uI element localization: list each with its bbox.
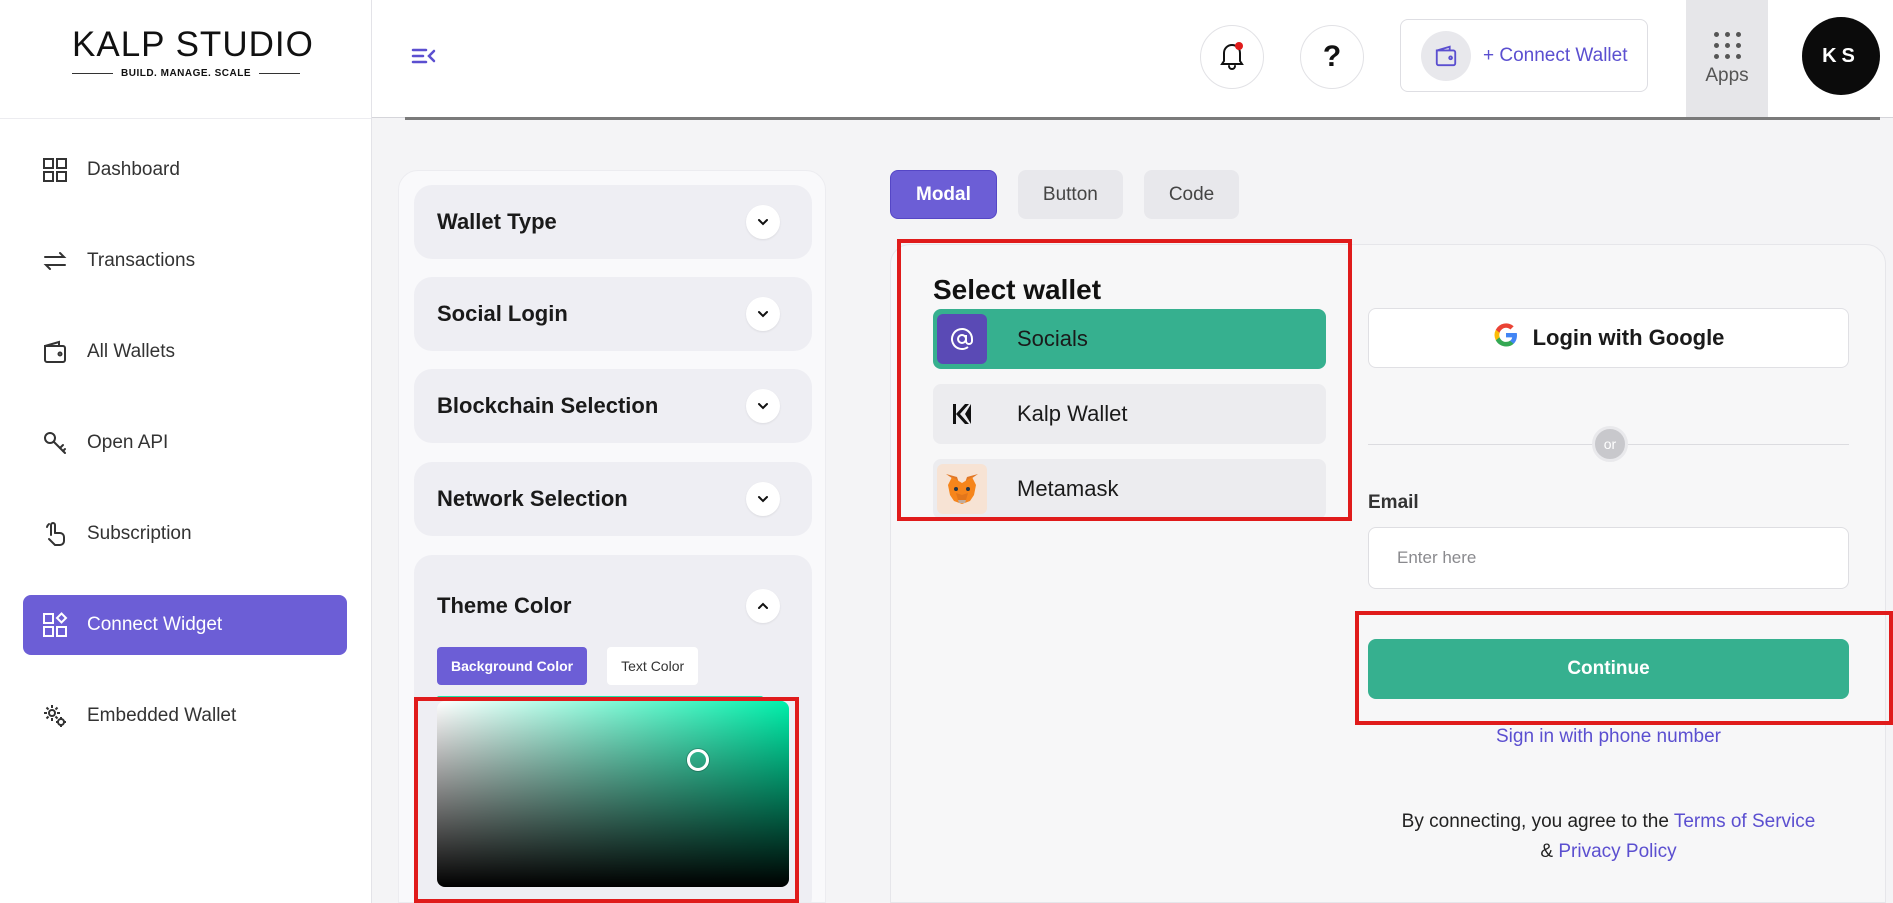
- terms-ampersand: &: [1540, 841, 1554, 862]
- sidebar-divider: [0, 118, 371, 119]
- accordion-blockchain-selection[interactable]: Blockchain Selection: [414, 369, 812, 443]
- email-field[interactable]: [1368, 527, 1849, 589]
- apps-grid-icon: [1713, 31, 1741, 59]
- terms-of-service-link[interactable]: Terms of Service: [1674, 811, 1815, 832]
- wallet-icon: [1421, 30, 1471, 81]
- apps-launcher-button[interactable]: Apps: [1686, 0, 1768, 118]
- widget-grid-icon: [41, 611, 69, 639]
- sidebar-item-label: Transactions: [87, 250, 196, 271]
- accordion-title: Network Selection: [437, 486, 628, 511]
- sidebar-nav: Dashboard Transactions All Wallets Open …: [23, 140, 347, 777]
- gears-icon: [41, 702, 69, 730]
- wallet-icon: [41, 338, 69, 366]
- sidebar-item-subscription[interactable]: Subscription: [23, 504, 347, 564]
- theme-color-header[interactable]: Theme Color: [414, 555, 812, 635]
- sidebar-item-label: Embedded Wallet: [87, 705, 237, 726]
- collapse-menu-icon[interactable]: [410, 42, 438, 70]
- login-with-google-button[interactable]: Login with Google: [1368, 308, 1849, 368]
- sidebar-item-label: Subscription: [87, 523, 192, 544]
- chevron-down-icon[interactable]: [746, 482, 780, 516]
- chevron-down-icon[interactable]: [746, 205, 780, 239]
- apps-label: Apps: [1705, 64, 1749, 86]
- chevron-down-icon[interactable]: [746, 389, 780, 423]
- connect-wallet-label: + Connect Wallet: [1483, 44, 1628, 66]
- tab-text-color[interactable]: Text Color: [607, 647, 699, 685]
- or-divider-badge: or: [1592, 426, 1628, 462]
- google-g-icon: [1493, 322, 1519, 354]
- email-label: Email: [1368, 492, 1419, 513]
- logo-wordmark: KALP STUDIO: [72, 25, 314, 64]
- sidebar-item-label: All Wallets: [87, 341, 175, 362]
- key-icon: [41, 429, 69, 457]
- sidebar-item-label: Open API: [87, 432, 169, 453]
- kalp-studio-logo[interactable]: KALP STUDIO BUILD. MANAGE. SCALE: [72, 25, 314, 86]
- logo-tagline: BUILD. MANAGE. SCALE: [72, 68, 300, 79]
- accordion-wallet-type[interactable]: Wallet Type: [414, 185, 812, 259]
- help-button[interactable]: ?: [1300, 25, 1364, 89]
- accordion-social-login[interactable]: Social Login: [414, 277, 812, 351]
- tab-code[interactable]: Code: [1143, 170, 1240, 219]
- highlight-box-wallet-list: [897, 239, 1352, 521]
- user-avatar[interactable]: KS: [1802, 17, 1880, 95]
- connect-wallet-button[interactable]: + Connect Wallet: [1400, 19, 1648, 92]
- sidebar-item-transactions[interactable]: Transactions: [23, 231, 347, 291]
- accordion-title: Wallet Type: [437, 209, 557, 234]
- sidebar: KALP STUDIO BUILD. MANAGE. SCALE Dashboa…: [0, 0, 372, 903]
- privacy-policy-link[interactable]: Privacy Policy: [1558, 841, 1676, 862]
- tab-background-color[interactable]: Background Color: [437, 647, 588, 685]
- header-underline: [405, 117, 1880, 120]
- tab-button[interactable]: Button: [1017, 170, 1123, 219]
- sidebar-item-embedded-wallet[interactable]: Embedded Wallet: [23, 686, 347, 746]
- highlight-box-color-picker: [414, 697, 799, 903]
- sidebar-item-all-wallets[interactable]: All Wallets: [23, 322, 347, 382]
- terms-notice: By connecting, you agree to the Terms of…: [1368, 807, 1849, 867]
- sidebar-item-label: Connect Widget: [87, 614, 223, 635]
- sidebar-item-connect-widget[interactable]: Connect Widget: [23, 595, 347, 655]
- sidebar-item-open-api[interactable]: Open API: [23, 413, 347, 473]
- transfer-arrows-icon: [41, 247, 69, 275]
- tab-modal[interactable]: Modal: [890, 170, 997, 219]
- chevron-down-icon[interactable]: [746, 297, 780, 331]
- accordion-title: Social Login: [437, 301, 568, 326]
- accordion-title: Blockchain Selection: [437, 393, 659, 418]
- sidebar-item-dashboard[interactable]: Dashboard: [23, 140, 347, 200]
- color-target-tabs: Background Color Text Color: [437, 647, 699, 685]
- terms-prefix: By connecting, you agree to the: [1401, 811, 1669, 832]
- help-icon: ?: [1322, 40, 1342, 73]
- dashboard-grid-icon: [41, 156, 69, 184]
- sign-in-with-phone-link[interactable]: Sign in with phone number: [1368, 726, 1849, 748]
- chevron-up-icon[interactable]: [746, 589, 780, 623]
- top-header: ? + Connect Wallet Apps KS: [372, 0, 1893, 118]
- google-button-label: Login with Google: [1532, 325, 1725, 350]
- bell-icon: [1218, 40, 1246, 75]
- sidebar-item-label: Dashboard: [87, 159, 180, 180]
- accordion-title: Theme Color: [437, 593, 572, 618]
- accordion-network-selection[interactable]: Network Selection: [414, 462, 812, 536]
- preview-tabs: Modal Button Code: [890, 170, 1240, 219]
- notifications-button[interactable]: [1200, 25, 1264, 89]
- tap-hand-icon: [41, 520, 69, 548]
- highlight-box-continue: [1355, 611, 1893, 725]
